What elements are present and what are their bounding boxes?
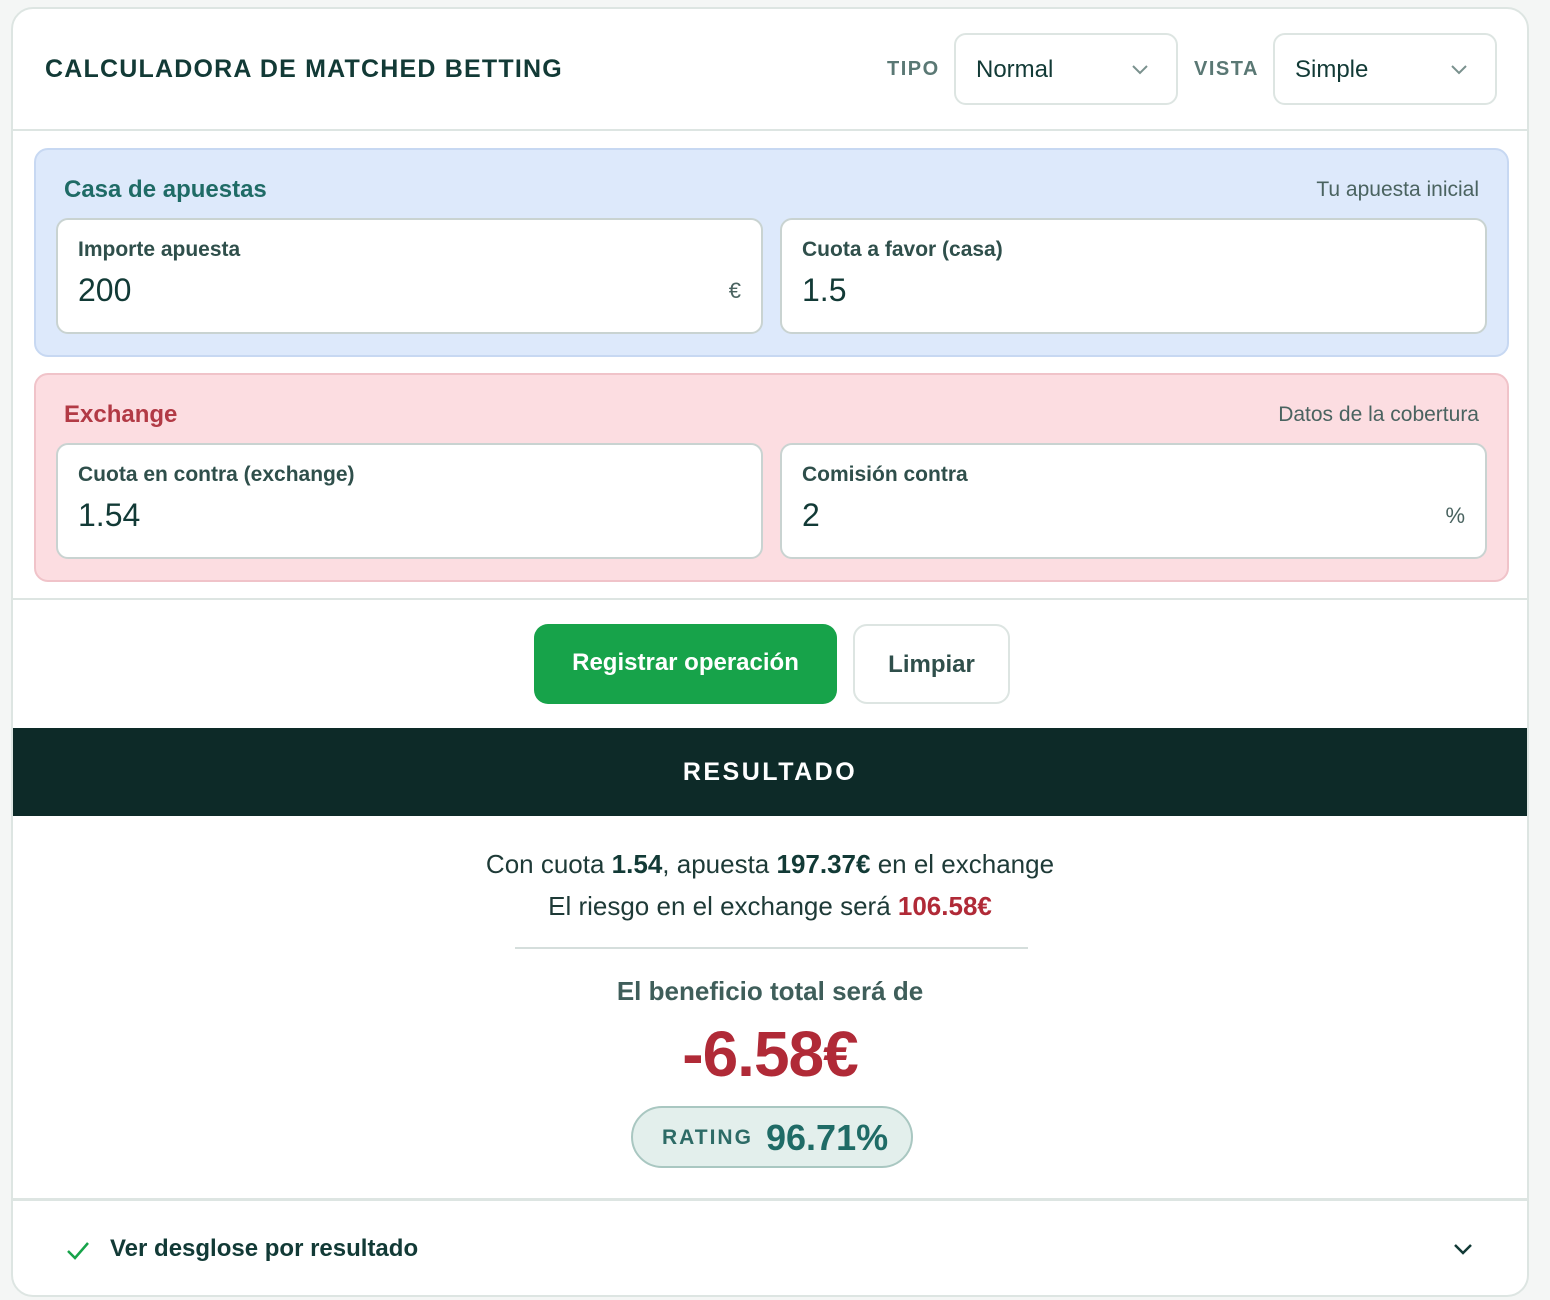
breakdown-toggle[interactable]: Ver desglose por resultado <box>13 1201 1527 1295</box>
chevron-down-icon <box>1454 1244 1472 1255</box>
result-line-stake: Con cuota 1.54, apuesta 197.37€ en el ex… <box>13 849 1527 880</box>
page-title: CALCULADORA DE MATCHED BETTING <box>45 55 563 83</box>
importe-label: Importe apuesta <box>78 238 241 261</box>
cuota-contra-field[interactable]: Cuota en contra (exchange) 1.54 <box>56 443 763 559</box>
exchange-section: Exchange Datos de la cobertura Cuota en … <box>34 373 1509 582</box>
result-heading: RESULTADO <box>13 728 1527 816</box>
exchange-subtitle: Datos de la cobertura <box>1278 403 1479 426</box>
chevron-down-icon <box>1132 65 1148 75</box>
lay-stake-value: 197.37€ <box>776 849 871 879</box>
risk-value: 106.58€ <box>897 891 992 921</box>
cuota-contra-input[interactable]: 1.54 <box>78 497 678 534</box>
calculator-card: CALCULADORA DE MATCHED BETTING TIPO Norm… <box>11 7 1529 1297</box>
tipo-select-value: Normal <box>976 56 1054 83</box>
rating-label: RATING <box>662 1126 753 1149</box>
result-divider <box>515 947 1028 949</box>
exchange-title: Exchange <box>64 401 178 428</box>
tipo-label: TIPO <box>887 58 940 80</box>
cuota-value: 1.54 <box>611 849 663 879</box>
cuota-favor-label: Cuota a favor (casa) <box>802 238 1003 261</box>
benefit-value: -6.58€ <box>682 1018 858 1090</box>
euro-unit: € <box>728 278 741 303</box>
comision-field[interactable]: Comisión contra 2 % <box>780 443 1487 559</box>
comision-label: Comisión contra <box>802 463 968 486</box>
calculator-header: CALCULADORA DE MATCHED BETTING TIPO Norm… <box>13 9 1527 131</box>
text: en el exchange <box>870 849 1055 879</box>
casa-subtitle: Tu apuesta inicial <box>1316 178 1479 201</box>
casa-title: Casa de apuestas <box>64 176 267 203</box>
cuota-contra-label: Cuota en contra (exchange) <box>78 463 355 486</box>
chevron-down-icon <box>1451 65 1467 75</box>
importe-field[interactable]: Importe apuesta 200 € <box>56 218 763 334</box>
rating-badge: RATING 96.71% <box>631 1106 913 1168</box>
cuota-favor-field[interactable]: Cuota a favor (casa) 1.5 <box>780 218 1487 334</box>
rating-value: 96.71% <box>766 1117 889 1158</box>
check-icon <box>67 1242 89 1260</box>
benefit-label: El beneficio total será de <box>616 976 924 1006</box>
cuota-favor-input[interactable]: 1.5 <box>802 272 1402 309</box>
importe-input[interactable]: 200 <box>78 272 678 309</box>
text: Con cuota <box>485 849 612 879</box>
comision-input[interactable]: 2 <box>802 497 1402 534</box>
registrar-operacion-button[interactable]: Registrar operación <box>534 624 837 704</box>
percent-unit: % <box>1445 503 1465 528</box>
text: El riesgo en el exchange será <box>548 891 898 921</box>
divider <box>13 598 1527 600</box>
result-line-risk: El riesgo en el exchange será 106.58€ <box>13 891 1527 922</box>
breakdown-label: Ver desglose por resultado <box>110 1235 419 1262</box>
tipo-select[interactable]: Normal <box>954 33 1178 105</box>
vista-select-value: Simple <box>1295 56 1369 83</box>
text: , apuesta <box>662 849 777 879</box>
vista-label: VISTA <box>1194 58 1259 80</box>
vista-select[interactable]: Simple <box>1273 33 1497 105</box>
limpiar-button[interactable]: Limpiar <box>853 624 1010 704</box>
casa-section: Casa de apuestas Tu apuesta inicial Impo… <box>34 148 1509 357</box>
